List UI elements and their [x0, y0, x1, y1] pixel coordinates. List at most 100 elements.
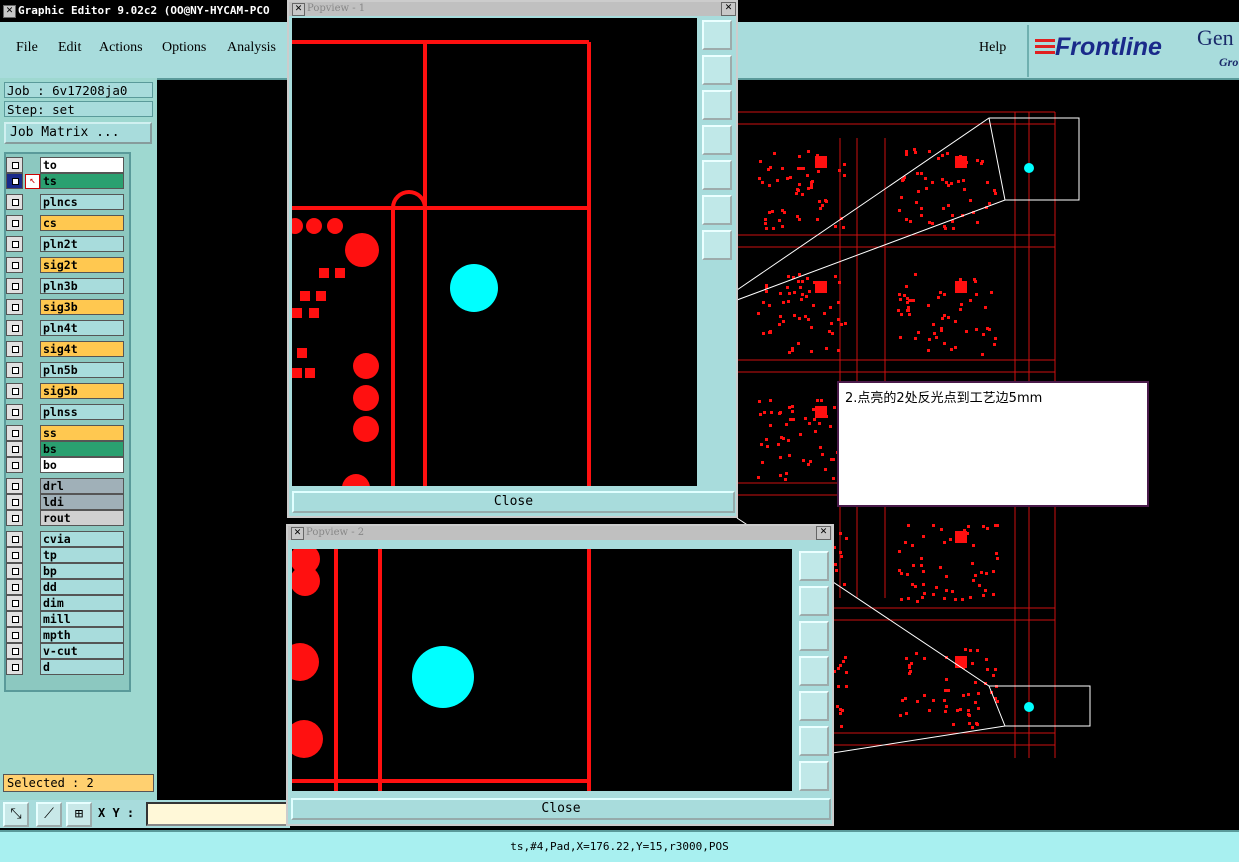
layer-row-ss[interactable]: ss	[6, 425, 124, 441]
layer-name[interactable]: pln3b	[40, 278, 124, 294]
zoom-in-icon[interactable]	[799, 726, 829, 756]
layer-checkbox[interactable]	[6, 659, 23, 675]
layer-row-mpth[interactable]: mpth	[6, 627, 124, 643]
layer-checkbox[interactable]	[6, 383, 23, 399]
pan-right-icon[interactable]	[799, 691, 829, 721]
layer-name[interactable]: plncs	[40, 194, 124, 210]
layer-name[interactable]: ldi	[40, 494, 124, 510]
layer-row-ts[interactable]: ↖ ts	[6, 173, 124, 189]
popview-2-close-button[interactable]: Close	[291, 798, 831, 820]
layer-row-dim[interactable]: dim	[6, 595, 124, 611]
popview-menu-icon[interactable]: ✕	[292, 3, 305, 16]
layer-row-sig3b[interactable]: sig3b	[6, 299, 124, 315]
layer-row-pln5b[interactable]: pln5b	[6, 362, 124, 378]
layer-row-tp[interactable]: tp	[6, 547, 124, 563]
layer-checkbox[interactable]	[6, 341, 23, 357]
layer-checkbox[interactable]	[6, 257, 23, 273]
layer-checkbox[interactable]	[6, 299, 23, 315]
measure-icon[interactable]: ⟋	[36, 802, 62, 827]
layer-checkbox[interactable]	[6, 478, 23, 494]
layer-row-pln4t[interactable]: pln4t	[6, 320, 124, 336]
layer-name[interactable]: cvia	[40, 531, 124, 547]
layer-name[interactable]: ss	[40, 425, 124, 441]
menu-help[interactable]: Help	[979, 40, 1006, 56]
popview-1-canvas[interactable]	[292, 18, 697, 486]
layer-name[interactable]: bs	[40, 441, 124, 457]
layer-row-pln3b[interactable]: pln3b	[6, 278, 124, 294]
layer-checkbox[interactable]	[6, 404, 23, 420]
layer-name[interactable]: tp	[40, 547, 124, 563]
pan-right-icon[interactable]	[702, 160, 732, 190]
menu-edit[interactable]: Edit	[58, 40, 81, 56]
layer-name[interactable]: rout	[40, 510, 124, 526]
layer-checkbox[interactable]	[6, 494, 23, 510]
layer-name[interactable]: mpth	[40, 627, 124, 643]
popview-1-close-button[interactable]: Close	[292, 491, 735, 513]
layer-row-ldi[interactable]: ldi	[6, 494, 124, 510]
layer-checkbox[interactable]	[6, 320, 23, 336]
pan-up-icon[interactable]	[799, 586, 829, 616]
pan-left-icon[interactable]	[799, 656, 829, 686]
layer-name[interactable]: bo	[40, 457, 124, 473]
layer-checkbox[interactable]	[6, 157, 23, 173]
layer-checkbox[interactable]	[6, 547, 23, 563]
zoom-out-icon[interactable]	[702, 230, 732, 260]
layer-name[interactable]: pln2t	[40, 236, 124, 252]
layer-row-v-cut[interactable]: v-cut	[6, 643, 124, 659]
layer-row-plncs[interactable]: plncs	[6, 194, 124, 210]
layer-checkbox[interactable]	[6, 595, 23, 611]
layer-checkbox[interactable]	[6, 362, 23, 378]
layer-row-to[interactable]: to	[6, 157, 124, 173]
zoom-window-icon[interactable]	[702, 20, 732, 50]
zoom-in-icon[interactable]	[702, 195, 732, 225]
pan-up-icon[interactable]	[702, 55, 732, 85]
layer-name[interactable]: sig4t	[40, 341, 124, 357]
menu-file[interactable]: File	[16, 40, 38, 56]
layer-checkbox[interactable]	[6, 611, 23, 627]
layer-row-plnss[interactable]: plnss	[6, 404, 124, 420]
layer-name[interactable]: v-cut	[40, 643, 124, 659]
grid-snap-icon[interactable]: ⊞	[66, 802, 92, 827]
zoom-fit-icon[interactable]: ⤡	[3, 802, 29, 827]
layer-checkbox[interactable]	[6, 579, 23, 595]
layer-name[interactable]: drl	[40, 478, 124, 494]
layer-checkbox[interactable]	[6, 278, 23, 294]
window-menu-icon[interactable]: ✕	[3, 5, 16, 18]
layer-checkbox[interactable]	[6, 441, 23, 457]
layer-row-sig2t[interactable]: sig2t	[6, 257, 124, 273]
xy-input[interactable]	[146, 802, 288, 826]
layer-checkbox[interactable]	[6, 425, 23, 441]
layer-row-sig5b[interactable]: sig5b	[6, 383, 124, 399]
layer-row-dd[interactable]: dd	[6, 579, 124, 595]
layer-name[interactable]: sig3b	[40, 299, 124, 315]
layer-name[interactable]: d	[40, 659, 124, 675]
layer-name[interactable]: sig5b	[40, 383, 124, 399]
layer-checkbox[interactable]	[6, 627, 23, 643]
layer-name[interactable]: plnss	[40, 404, 124, 420]
menu-analysis[interactable]: Analysis	[227, 40, 276, 56]
layer-row-d[interactable]: d	[6, 659, 124, 675]
layer-name[interactable]: bp	[40, 563, 124, 579]
layer-row-drl[interactable]: drl	[6, 478, 124, 494]
layer-row-bp[interactable]: bp	[6, 563, 124, 579]
zoom-out-icon[interactable]	[799, 761, 829, 791]
layer-row-bo[interactable]: bo	[6, 457, 124, 473]
layer-checkbox[interactable]	[6, 194, 23, 210]
popview-2-canvas[interactable]	[292, 549, 792, 791]
layer-checkbox[interactable]	[6, 510, 23, 526]
layer-row-mill[interactable]: mill	[6, 611, 124, 627]
layer-name[interactable]: dim	[40, 595, 124, 611]
layer-name[interactable]: to	[40, 157, 124, 173]
pan-left-icon[interactable]	[702, 125, 732, 155]
layer-name[interactable]: mill	[40, 611, 124, 627]
layer-name[interactable]: dd	[40, 579, 124, 595]
layer-name[interactable]: ts	[40, 173, 124, 189]
layer-name[interactable]: pln4t	[40, 320, 124, 336]
pan-down-icon[interactable]	[799, 621, 829, 651]
layer-row-cvia[interactable]: cvia	[6, 531, 124, 547]
layer-row-cs[interactable]: cs	[6, 215, 124, 231]
layer-row-pln2t[interactable]: pln2t	[6, 236, 124, 252]
layer-checkbox[interactable]	[6, 643, 23, 659]
layer-checkbox[interactable]	[6, 457, 23, 473]
layer-name[interactable]: sig2t	[40, 257, 124, 273]
